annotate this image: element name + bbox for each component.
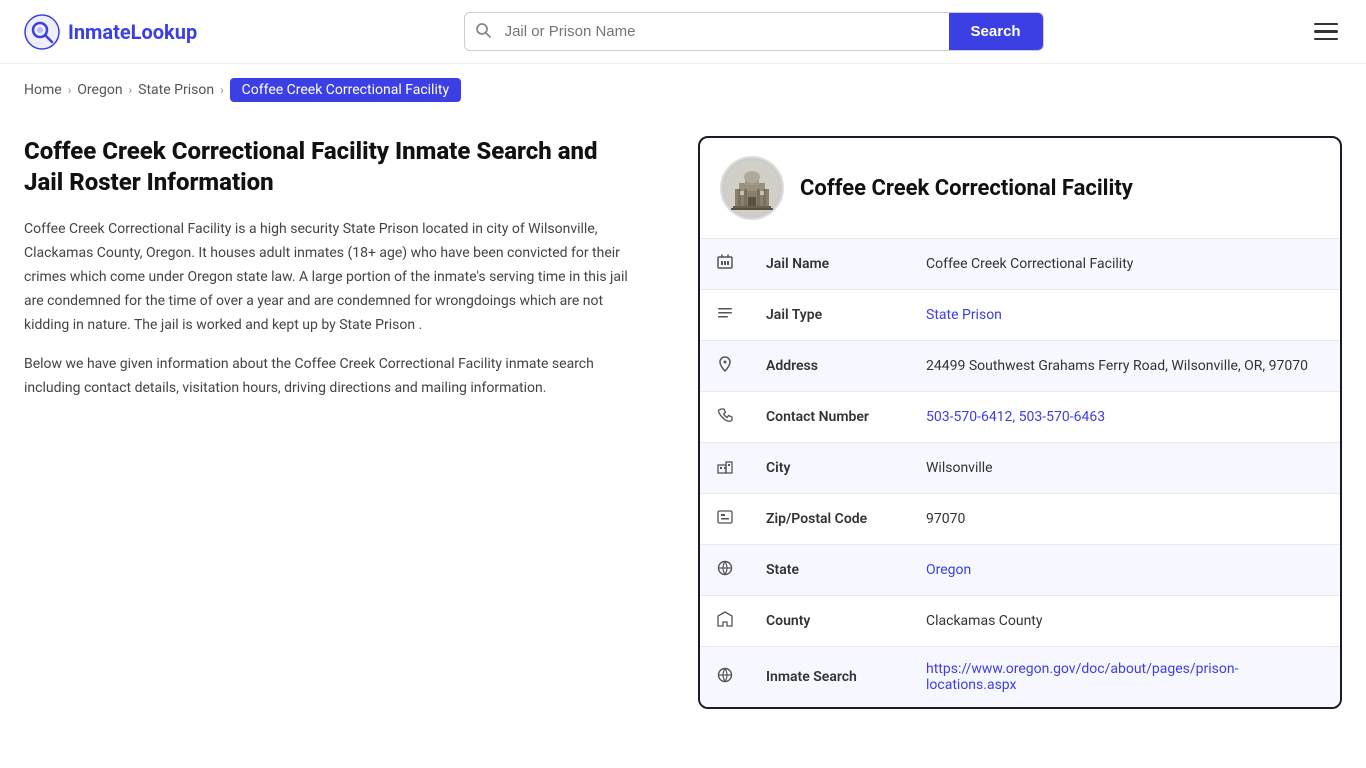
info-cell: 97070 (910, 494, 1340, 545)
zip-icon (700, 494, 750, 545)
info-cell[interactable]: https://www.oregon.gov/doc/about/pages/p… (910, 647, 1340, 708)
card-title: Coffee Creek Correctional Facility (800, 176, 1133, 201)
info-value: Clackamas County (926, 613, 1043, 629)
search-button[interactable]: Search (949, 13, 1043, 50)
breadcrumb-sep-2: › (129, 83, 133, 97)
info-link[interactable]: State Prison (926, 307, 1002, 323)
info-cell: 24499 Southwest Grahams Ferry Road, Wils… (910, 341, 1340, 392)
breadcrumb-sep-1: › (68, 83, 72, 97)
location-icon (700, 341, 750, 392)
jail-icon (700, 239, 750, 290)
info-value: 97070 (926, 511, 965, 527)
info-cell: Clackamas County (910, 596, 1340, 647)
info-link[interactable]: https://www.oregon.gov/doc/about/pages/p… (926, 661, 1238, 693)
logo[interactable]: InmateLookup (24, 14, 197, 50)
info-label: Zip/Postal Code (750, 494, 910, 545)
info-cell: Wilsonville (910, 443, 1340, 494)
info-link[interactable]: 503-570-6412, 503-570-6463 (926, 409, 1105, 425)
logo-text: InmateLookup (68, 20, 197, 44)
description-paragraph-1: Coffee Creek Correctional Facility is a … (24, 218, 642, 337)
card-header: Coffee Creek Correctional Facility (700, 138, 1340, 239)
info-label: Inmate Search (750, 647, 910, 708)
globe-icon (700, 545, 750, 596)
search-input[interactable] (501, 13, 949, 50)
table-row: Inmate Search https://www.oregon.gov/doc… (700, 647, 1340, 708)
page-heading: Coffee Creek Correctional Facility Inmat… (24, 136, 642, 198)
breadcrumb-state-prison[interactable]: State Prison (138, 82, 214, 98)
info-cell[interactable]: State Prison (910, 290, 1340, 341)
breadcrumb-home[interactable]: Home (24, 82, 62, 98)
city-icon (700, 443, 750, 494)
phone-icon (700, 392, 750, 443)
info-value: Coffee Creek Correctional Facility (926, 256, 1133, 272)
table-row: Jail Type State Prison (700, 290, 1340, 341)
search-globe-icon (700, 647, 750, 708)
breadcrumb-sep-3: › (220, 83, 224, 97)
info-value: 24499 Southwest Grahams Ferry Road, Wils… (926, 358, 1308, 374)
info-table: Jail Name Coffee Creek Correctional Faci… (700, 239, 1340, 707)
breadcrumb-active: Coffee Creek Correctional Facility (230, 78, 461, 102)
main-content: Coffee Creek Correctional Facility Inmat… (0, 116, 1366, 749)
info-cell[interactable]: Oregon (910, 545, 1340, 596)
hamburger-line-2 (1314, 30, 1338, 33)
description-paragraph-2: Below we have given information about th… (24, 353, 642, 401)
site-header: InmateLookup Search (0, 0, 1366, 64)
info-label: Jail Type (750, 290, 910, 341)
county-icon (700, 596, 750, 647)
table-row: State Oregon (700, 545, 1340, 596)
list-icon (700, 290, 750, 341)
info-value: Wilsonville (926, 460, 993, 476)
info-card: Coffee Creek Correctional Facility Jail … (698, 136, 1342, 709)
table-row: City Wilsonville (700, 443, 1340, 494)
info-label: City (750, 443, 910, 494)
facility-avatar (720, 156, 784, 220)
info-label: State (750, 545, 910, 596)
menu-button[interactable] (1310, 19, 1342, 45)
left-panel: Coffee Creek Correctional Facility Inmat… (24, 136, 674, 709)
logo-icon (24, 14, 60, 50)
info-link[interactable]: Oregon (926, 562, 971, 578)
hamburger-line-3 (1314, 38, 1338, 41)
info-cell[interactable]: 503-570-6412, 503-570-6463 (910, 392, 1340, 443)
info-label: County (750, 596, 910, 647)
table-row: Contact Number 503-570-6412, 503-570-646… (700, 392, 1340, 443)
search-icon (465, 22, 501, 42)
info-label: Address (750, 341, 910, 392)
table-row: Zip/Postal Code 97070 (700, 494, 1340, 545)
info-cell: Coffee Creek Correctional Facility (910, 239, 1340, 290)
info-label: Contact Number (750, 392, 910, 443)
table-row: Address 24499 Southwest Grahams Ferry Ro… (700, 341, 1340, 392)
facility-image (725, 161, 779, 215)
hamburger-line-1 (1314, 23, 1338, 26)
search-bar: Search (464, 12, 1044, 51)
info-label: Jail Name (750, 239, 910, 290)
table-row: Jail Name Coffee Creek Correctional Faci… (700, 239, 1340, 290)
breadcrumb: Home › Oregon › State Prison › Coffee Cr… (0, 64, 1366, 116)
breadcrumb-oregon[interactable]: Oregon (77, 82, 122, 98)
table-row: County Clackamas County (700, 596, 1340, 647)
